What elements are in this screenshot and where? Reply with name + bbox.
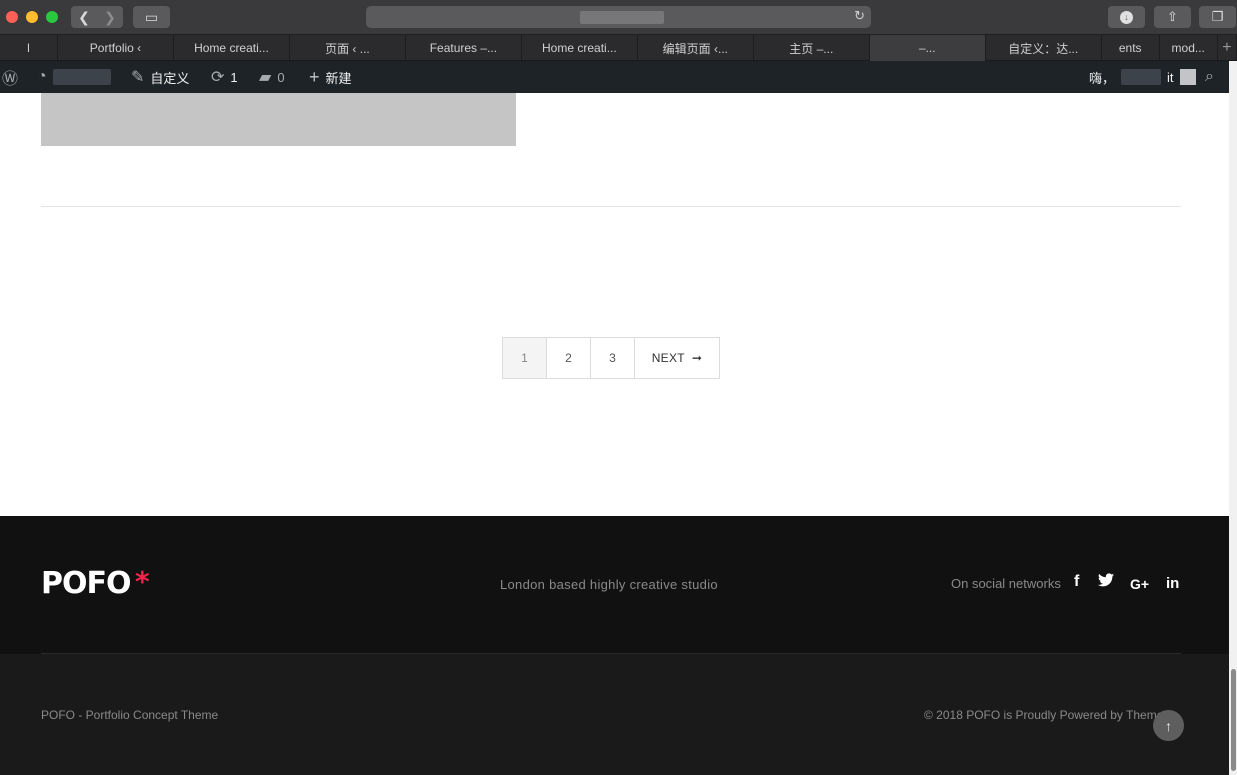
browser-tab[interactable]: Portfolio ‹ [58,35,174,61]
scrollbar-thumb[interactable] [1231,669,1236,771]
my-account-button[interactable]: 嗨， it [1089,61,1196,93]
site-name-redacted [52,69,111,85]
scrollbar-track[interactable] [1229,61,1237,775]
plus-icon: + [309,66,320,87]
tabs-icon: ❐ [1211,9,1224,24]
pagination-page-1[interactable]: 1 [503,338,547,378]
browser-tab[interactable]: Features –... [406,35,522,61]
reload-icon[interactable]: ↻ [854,8,865,24]
footer-copyright-left: POFO - Portfolio Concept Theme [41,708,219,722]
username-redacted [1121,69,1162,85]
downloads-button[interactable]: ↓ [1108,6,1145,28]
comments-count: 0 [277,69,285,85]
username-suffix: it [1167,69,1174,85]
browser-tab[interactable]: 编辑页面 ‹... [638,35,754,61]
new-tab-button[interactable]: + [1218,35,1237,61]
browser-tab[interactable]: mod... [1160,35,1218,61]
next-label: NEXT [651,351,685,365]
browser-tab[interactable]: –... [869,35,986,61]
sidebar-toggle-button[interactable]: ▭ [133,6,170,28]
customize-label: 自定义 [150,70,190,86]
updates-icon: ⟳ [211,69,225,86]
download-icon: ↓ [1120,10,1133,24]
facebook-icon[interactable]: f [1074,573,1079,591]
footer-copyright-right: © 2018 POFO is Proudly Powered by Themes [924,708,1170,722]
chevron-right-icon: ❯ [104,8,116,25]
browser-tab[interactable]: 主页 –... [754,35,870,61]
address-bar[interactable]: ↻ [366,6,871,28]
pagination-page-3[interactable]: 3 [591,338,635,378]
site-name-button[interactable]: ◔ [37,61,111,93]
forward-button[interactable]: ❯ [97,6,123,28]
close-window-button[interactable] [6,11,18,23]
arrow-up-icon: ↑ [1165,717,1172,734]
customize-button[interactable]: ✎ 自定义 [131,61,189,93]
share-button[interactable]: ⇧ [1154,6,1191,28]
browser-tab[interactable]: 页面 ‹ ... [290,35,406,61]
social-networks-label: On social networks [951,576,1061,591]
browser-tab[interactable]: Home creati... [174,35,290,61]
footer-tagline: London based highly creative studio [500,577,718,592]
new-label: 新建 [325,70,352,86]
linkedin-icon[interactable]: in [1166,575,1179,592]
pagination-next-button[interactable]: NEXT ➞ [635,338,719,378]
updates-count: 1 [230,69,238,85]
logo-asterisk: * [135,565,150,598]
tab-overview-button[interactable]: ❐ [1199,6,1236,28]
pagination-page-2[interactable]: 2 [547,338,591,378]
dashboard-icon: ◔ [37,68,47,85]
pagination: 1 2 3 NEXT ➞ [502,337,720,379]
url-text-redacted [580,11,664,24]
twitter-icon[interactable] [1098,573,1114,592]
tab-bar: l Portfolio ‹ Home creati... 页面 ‹ ... Featur… [0,35,1237,61]
avatar [1179,69,1196,85]
paintbrush-icon: ✎ [131,69,145,86]
post-thumbnail-placeholder [41,93,516,146]
footer-divider [41,653,1181,654]
zoom-window-button[interactable] [46,11,58,23]
minimize-window-button[interactable] [26,11,38,23]
footer-logo[interactable]: POFO [41,566,131,601]
browser-tab[interactable]: 自定义：达... [986,35,1102,61]
greeting-text: 嗨， [1089,70,1116,86]
browser-tab[interactable]: Home creati... [522,35,638,61]
back-button[interactable]: ❮ [71,6,97,28]
new-content-button[interactable]: + 新建 [309,61,352,93]
arrow-right-icon: ➞ [691,351,703,365]
browser-tab[interactable]: l [0,35,58,61]
wordpress-logo-button[interactable]: Ⓦ [2,61,18,93]
sidebar-icon: ▭ [144,8,159,25]
search-icon: ⌕ [1205,68,1214,85]
comment-icon: ▰ [259,69,272,86]
share-icon: ⇧ [1167,9,1178,24]
wp-admin-bar: Ⓦ ◔ ✎ 自定义 ⟳ 1 ▰ 0 + 新建 嗨， it ⌕ [0,61,1229,93]
browser-titlebar: ❮ ❯ ▭ ↻ ↓ ⇧ ❐ [0,0,1237,35]
comments-button[interactable]: ▰ 0 [259,61,285,93]
search-button[interactable]: ⌕ [1205,61,1214,93]
googleplus-icon[interactable]: G+ [1130,576,1149,592]
scroll-to-top-button[interactable]: ↑ [1153,710,1184,741]
chevron-left-icon: ❮ [78,8,90,25]
browser-tab[interactable]: ents [1102,35,1160,61]
wordpress-icon: Ⓦ [2,71,19,88]
updates-button[interactable]: ⟳ 1 [211,61,238,93]
content-divider [41,206,1181,207]
